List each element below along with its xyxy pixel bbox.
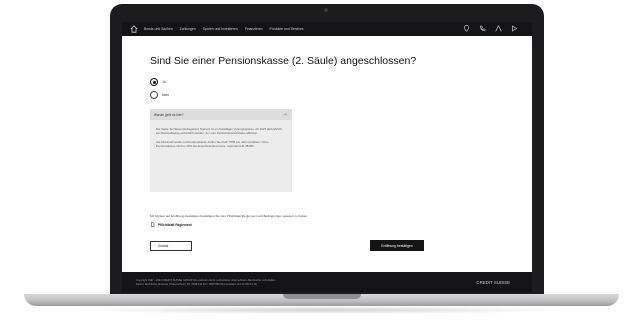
info-accordion-header[interactable]: Warum geht es hier? xyxy=(150,109,292,120)
radio-label-no: Nein xyxy=(162,93,169,97)
location-pin-icon[interactable] xyxy=(463,25,470,32)
info-accordion-title: Warum geht es hier? xyxy=(154,112,184,117)
radio-label-yes: Ja xyxy=(162,80,166,84)
phone-icon[interactable] xyxy=(479,25,486,32)
info-paragraph-1: Die Säule 3a (Steuerprivilegiertes Spare… xyxy=(156,127,282,136)
info-paragraph-2: Als Arbeitnehmende mit Pensionskasse dür… xyxy=(156,139,269,149)
nav-item-bonds[interactable]: Bonds und Sachen xyxy=(144,26,173,32)
radio-button-no[interactable] xyxy=(150,91,158,99)
footer: Copyright 1997 - 2023 CREDIT SUISSE GROU… xyxy=(122,272,532,292)
webcam xyxy=(324,8,328,12)
nav-item-financing[interactable]: Finanzieren xyxy=(245,26,263,32)
confirm-opening-button[interactable]: Eröffnung bestätigen xyxy=(370,240,424,251)
chevron-up-icon[interactable] xyxy=(283,112,288,117)
radio-button-yes[interactable] xyxy=(150,78,158,86)
brand-logo: CREDIT SUISSE xyxy=(476,280,510,285)
screen: Bonds und Sachen Zahlungen Sparen und In… xyxy=(122,22,532,292)
document-icon xyxy=(151,222,155,227)
page-title: Sind Sie einer Pensionskasse (2. Säule) … xyxy=(150,55,417,67)
logout-icon[interactable] xyxy=(511,25,518,32)
radio-option-yes[interactable]: Ja xyxy=(150,78,166,86)
footer-copyright: Copyright 1997 - 2023 CREDIT SUISSE GROU… xyxy=(136,279,276,282)
laptop-notch xyxy=(283,294,361,299)
radio-option-no[interactable]: Nein xyxy=(150,91,169,99)
nav-item-payments[interactable]: Zahlungen xyxy=(180,26,196,32)
home-icon[interactable] xyxy=(130,25,138,33)
document-link-label[interactable]: Pflichtblatt Reglement xyxy=(158,223,192,227)
top-navigation: Bonds und Sachen Zahlungen Sparen und In… xyxy=(122,22,532,36)
document-link[interactable]: Pflichtblatt Reglement xyxy=(150,222,192,227)
nav-item-products[interactable]: Produkte und Services xyxy=(269,26,303,32)
laptop-shadow xyxy=(70,306,573,314)
footer-links[interactable]: Recht | Rechtliche Hinweise | Datenschut… xyxy=(136,283,257,286)
back-button[interactable]: Zurück xyxy=(150,241,192,251)
user-icon[interactable] xyxy=(495,25,502,32)
info-accordion: Warum geht es hier? Die Säule 3a (Steuer… xyxy=(150,109,292,192)
consent-text: Mit Klicken auf Eröffnung bestätigen bes… xyxy=(150,214,309,218)
nav-item-saving[interactable]: Sparen und Investieren xyxy=(203,26,238,32)
